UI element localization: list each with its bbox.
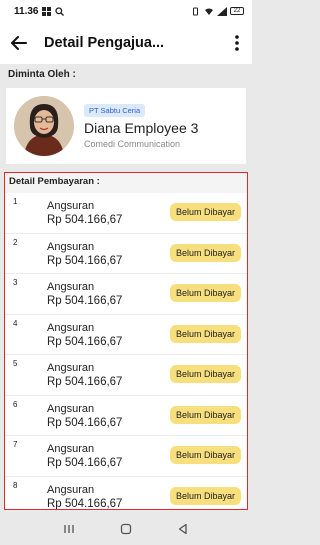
status-bar: 11.36 22 <box>0 0 252 22</box>
installment-amount: Rp 504.166,67 <box>47 376 123 388</box>
installment-number: 2 <box>13 237 18 247</box>
status-badge: Belum Dibayar <box>169 324 241 343</box>
list-item[interactable]: 4 Angsuran Rp 504.166,67 Belum Dibayar <box>5 314 247 355</box>
installment-number: 6 <box>13 399 18 409</box>
page-title: Detail Pengajua... <box>44 35 165 51</box>
installment-title: Angsuran <box>47 402 95 415</box>
system-nav-bar <box>0 513 252 545</box>
wifi-icon <box>204 7 213 16</box>
payment-details-panel[interactable]: Detail Pembayaran : 1 Angsuran Rp 504.16… <box>4 172 248 510</box>
battery-icon: 22 <box>230 7 244 15</box>
status-badge: Belum Dibayar <box>169 284 241 302</box>
list-item[interactable]: 3 Angsuran Rp 504.166,67 Belum Dibayar <box>5 274 247 315</box>
installment-title: Angsuran <box>47 483 95 496</box>
installment-amount: Rp 504.166,67 <box>47 214 123 226</box>
installment-title: Angsuran <box>47 362 95 374</box>
installment-amount: Rp 504.166,67 <box>47 254 123 267</box>
status-badge: Belum Dibayar <box>169 405 241 424</box>
home-button[interactable] <box>119 522 133 536</box>
payment-label: Detail Pembayaran : <box>9 176 100 187</box>
list-item[interactable]: 1 Angsuran Rp 504.166,67 Belum Dibayar <box>5 193 247 234</box>
list-item[interactable]: 7 Angsuran Rp 504.166,67 Belum Dibayar <box>5 436 247 477</box>
status-right: 22 <box>191 6 244 16</box>
status-badge: Belum Dibayar <box>169 486 241 505</box>
installment-number: 4 <box>13 318 18 328</box>
installment-number: 8 <box>13 480 18 490</box>
list-item[interactable]: 2 Angsuran Rp 504.166,67 Belum Dibayar <box>5 233 247 274</box>
recent-apps-icon <box>64 525 74 533</box>
status-badge: Belum Dibayar <box>169 243 241 262</box>
installment-amount: Rp 504.166,67 <box>47 335 123 348</box>
employee-department: Comedi Communication <box>84 138 181 149</box>
list-item[interactable]: 8 Angsuran Rp 504.166,67 Belum Dibayar <box>5 476 247 510</box>
status-time: 11.36 <box>14 5 39 17</box>
grid-icon <box>42 6 52 16</box>
installment-title: Angsuran <box>47 200 95 212</box>
status-left: 11.36 <box>14 5 65 17</box>
installment-number: 7 <box>13 440 18 449</box>
app-bar: Detail Pengajua... <box>0 22 252 64</box>
installment-title: Angsuran <box>47 443 95 455</box>
installment-number: 3 <box>13 278 18 287</box>
installment-number: 5 <box>13 359 18 368</box>
avatar <box>14 96 74 156</box>
status-badge: Belum Dibayar <box>169 446 241 464</box>
vibrate-icon <box>191 7 200 16</box>
signal-icon <box>217 6 227 16</box>
status-badge: Belum Dibayar <box>169 203 241 221</box>
installment-title: Angsuran <box>47 321 95 334</box>
installment-number: 1 <box>13 197 18 206</box>
installment-amount: Rp 504.166,67 <box>47 416 123 429</box>
payment-list: 1 Angsuran Rp 504.166,67 Belum Dibayar 2… <box>5 193 247 510</box>
requester-info: PT Sabtu Ceria Diana Employee 3 Comedi C… <box>84 103 199 149</box>
more-vertical-icon <box>235 35 239 51</box>
search-icon <box>55 6 65 16</box>
home-icon <box>120 523 132 535</box>
status-badge: Belum Dibayar <box>169 365 241 383</box>
company-chip: PT Sabtu Ceria <box>84 103 146 117</box>
requester-label: Diminta Oleh : <box>8 69 76 80</box>
list-item[interactable]: 5 Angsuran Rp 504.166,67 Belum Dibayar <box>5 355 247 396</box>
arrow-left-icon <box>11 36 27 50</box>
triangle-back-icon <box>179 523 187 535</box>
recent-apps-button[interactable] <box>62 522 76 536</box>
back-button[interactable] <box>10 34 28 52</box>
installment-amount: Rp 504.166,67 <box>47 497 123 510</box>
employee-name: Diana Employee 3 <box>84 119 199 136</box>
installment-title: Angsuran <box>47 281 95 293</box>
installment-amount: Rp 504.166,67 <box>47 457 123 469</box>
installment-amount: Rp 504.166,67 <box>47 295 123 307</box>
back-nav-button[interactable] <box>176 522 190 536</box>
requester-card: PT Sabtu Ceria Diana Employee 3 Comedi C… <box>6 88 246 164</box>
list-item[interactable]: 6 Angsuran Rp 504.166,67 Belum Dibayar <box>5 395 247 436</box>
installment-title: Angsuran <box>47 240 95 253</box>
more-menu-button[interactable] <box>230 34 244 52</box>
